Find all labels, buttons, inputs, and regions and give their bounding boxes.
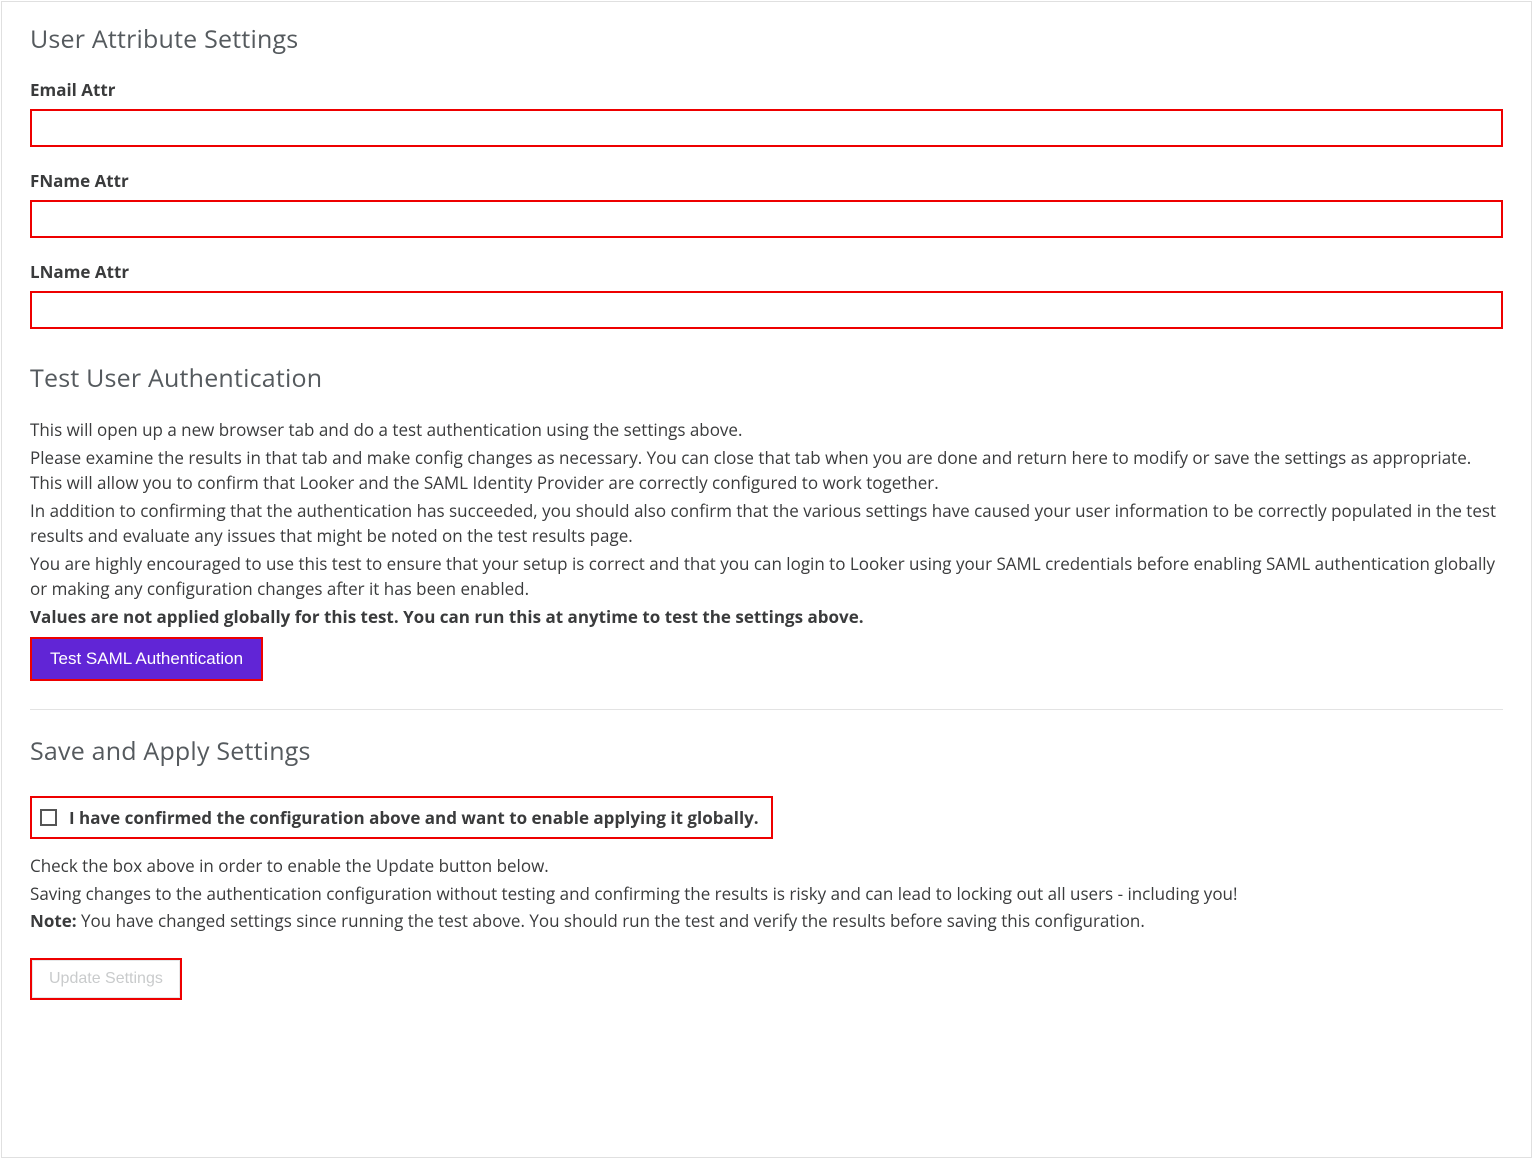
save-apply-section: Save and Apply Settings I have confirmed… [30,734,1503,1000]
save-apply-p2: Saving changes to the authentication con… [30,881,1503,907]
lname-attr-label: LName Attr [30,260,1503,283]
fname-attr-input[interactable] [30,200,1503,238]
save-apply-title: Save and Apply Settings [30,734,1503,768]
fname-attr-label: FName Attr [30,169,1503,192]
settings-panel: User Attribute Settings Email Attr FName… [1,1,1532,1158]
update-settings-button-highlight: Update Settings [30,958,182,1000]
confirm-checkbox-highlight: I have confirmed the configuration above… [30,796,773,839]
user-attribute-settings-title: User Attribute Settings [30,22,1503,56]
test-auth-description: This will open up a new browser tab and … [30,417,1503,629]
test-user-auth-section: Test User Authentication This will open … [30,361,1503,681]
save-apply-p1: Check the box above in order to enable t… [30,853,1503,879]
test-saml-authentication-button[interactable]: Test SAML Authentication [32,639,261,679]
test-auth-p5: Values are not applied globally for this… [30,604,1503,630]
test-auth-p4: You are highly encouraged to use this te… [30,551,1503,602]
test-auth-p1: This will open up a new browser tab and … [30,417,1503,443]
lname-attr-input[interactable] [30,291,1503,329]
confirm-apply-globally-checkbox[interactable] [40,809,57,826]
note-prefix: Note: [30,909,77,932]
save-apply-note: Note: You have changed settings since ru… [30,908,1503,934]
update-settings-button[interactable]: Update Settings [32,960,180,998]
test-auth-p2: Please examine the results in that tab a… [30,445,1503,496]
test-saml-button-highlight: Test SAML Authentication [30,637,263,681]
email-attr-input[interactable] [30,109,1503,147]
test-auth-p3: In addition to confirming that the authe… [30,498,1503,549]
save-apply-description: Check the box above in order to enable t… [30,853,1503,934]
test-user-auth-title: Test User Authentication [30,361,1503,395]
email-attr-group: Email Attr [30,78,1503,147]
lname-attr-group: LName Attr [30,260,1503,329]
note-text: You have changed settings since running … [77,909,1145,932]
email-attr-label: Email Attr [30,78,1503,101]
confirm-apply-globally-label[interactable]: I have confirmed the configuration above… [69,806,759,829]
fname-attr-group: FName Attr [30,169,1503,238]
section-divider [30,709,1503,710]
